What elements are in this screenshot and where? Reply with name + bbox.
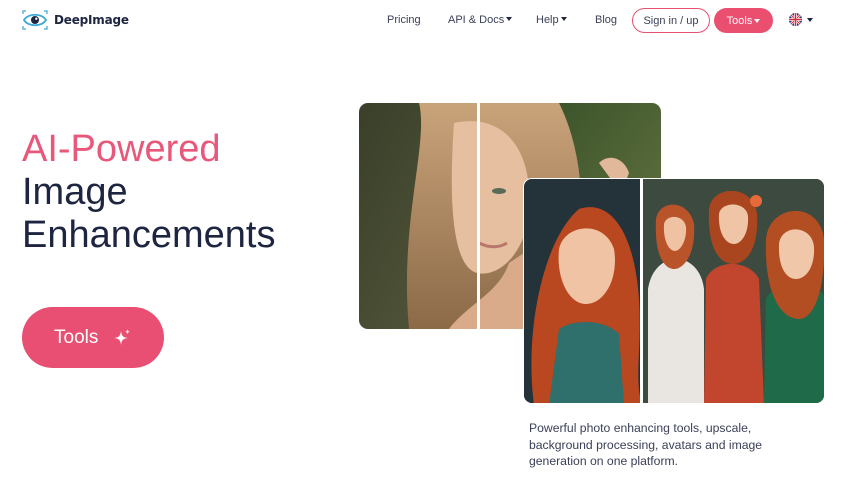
tools-nav-label: Tools bbox=[726, 14, 753, 27]
avatar-generation-image bbox=[523, 178, 825, 404]
signin-button[interactable]: Sign in / up bbox=[632, 8, 710, 33]
nav-pricing[interactable]: Pricing bbox=[387, 14, 421, 26]
platform-description: Powerful photo enhancing tools, upscale,… bbox=[529, 421, 763, 468]
nav-blog-label: Blog bbox=[595, 14, 618, 26]
caret-down-icon bbox=[560, 17, 567, 21]
sparkle-icon bbox=[112, 328, 132, 348]
nav-api-docs[interactable]: API & Docs bbox=[448, 14, 513, 26]
site-header: DeepImage Pricing API & Docs Help Blog S… bbox=[0, 0, 850, 40]
hero-title-accent: AI-Powered bbox=[22, 128, 221, 170]
nav-blog[interactable]: Blog bbox=[595, 14, 617, 26]
uk-flag-icon bbox=[789, 13, 802, 26]
nav-pricing-label: Pricing bbox=[387, 14, 421, 26]
hero-tools-label: Tools bbox=[54, 326, 99, 348]
hero-title: AI-Powered Image Enhancements bbox=[22, 128, 276, 257]
nav-help[interactable]: Help bbox=[536, 14, 567, 26]
nav-help-label: Help bbox=[536, 14, 559, 26]
main-nav: Pricing API & Docs Help Blog Sign in / u… bbox=[0, 8, 850, 34]
hero-title-line3: Enhancements bbox=[22, 214, 276, 256]
caret-down-icon bbox=[506, 17, 513, 21]
signin-label: Sign in / up bbox=[643, 14, 699, 27]
language-selector[interactable] bbox=[789, 13, 813, 26]
caret-down-icon bbox=[807, 17, 813, 22]
hero-tools-button[interactable]: Tools bbox=[22, 307, 164, 368]
nav-api-docs-label: API & Docs bbox=[448, 14, 505, 26]
hero-title-line2: Image bbox=[22, 171, 128, 213]
caret-down-icon bbox=[754, 18, 761, 23]
tools-dropdown-button[interactable]: Tools bbox=[714, 8, 773, 33]
